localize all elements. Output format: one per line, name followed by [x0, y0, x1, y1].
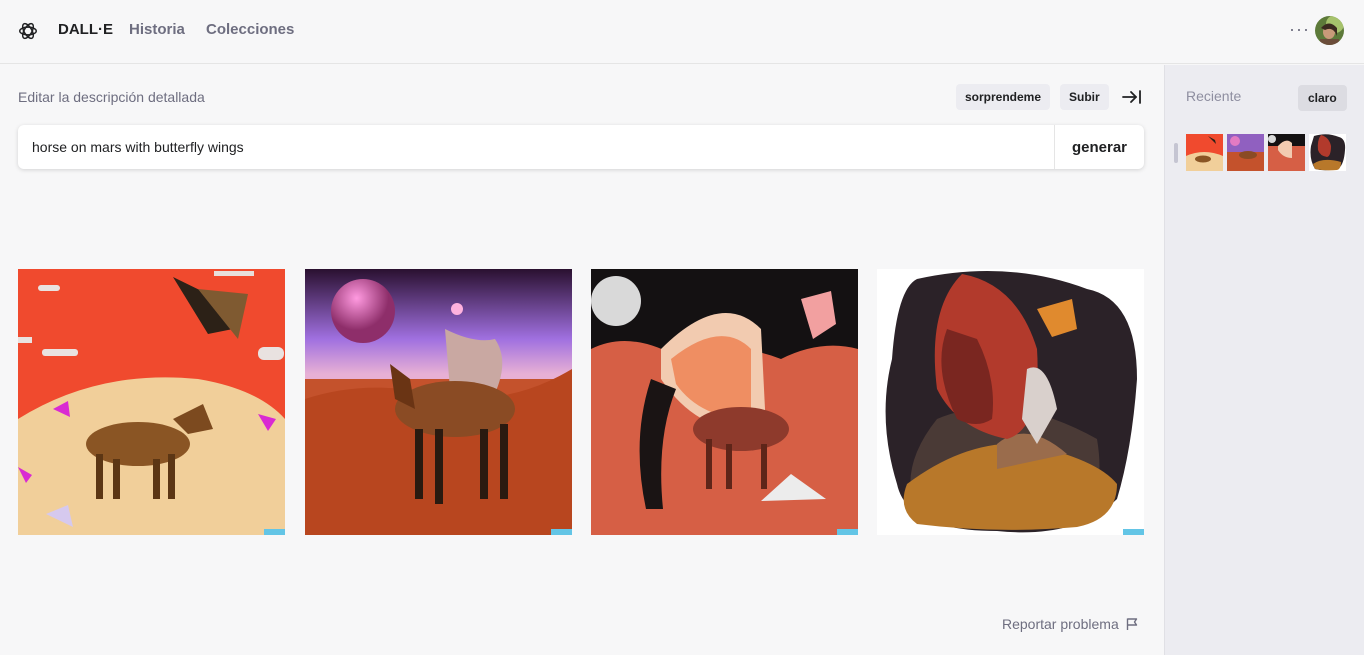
recent-thumbnail-1[interactable]	[1186, 134, 1223, 171]
recent-thumbnail-3[interactable]	[1268, 134, 1305, 171]
recent-thumbnail-2[interactable]	[1227, 134, 1264, 171]
surprise-me-button[interactable]: sorprendeme	[956, 84, 1051, 110]
brand-title[interactable]: DALL·E	[58, 21, 113, 38]
prompt-box: generar	[18, 125, 1144, 169]
horse-butterfly-illustration-image	[591, 269, 858, 535]
scroll-handle[interactable]	[1174, 143, 1178, 163]
nav-colecciones[interactable]: Colecciones	[206, 21, 294, 38]
recent-label: Reciente	[1186, 88, 1242, 104]
main-panel: Editar la descripción detallada sorprend…	[0, 65, 1164, 655]
nav-historia[interactable]: Historia	[129, 21, 185, 38]
collapse-sidebar-icon[interactable]	[1122, 89, 1142, 105]
prompt-input[interactable]	[18, 125, 1054, 169]
flag-icon	[1126, 618, 1137, 630]
result-image-4[interactable]	[877, 269, 1144, 535]
horse-desert-image	[18, 269, 285, 535]
result-image-3[interactable]	[591, 269, 858, 535]
result-image-2[interactable]	[305, 269, 572, 535]
report-problem-link[interactable]: Reportar problema	[1002, 616, 1139, 632]
top-bar: DALL·E Historia Colecciones ···	[0, 0, 1364, 64]
report-problem-label: Reportar problema	[1002, 616, 1119, 632]
openai-logo-icon[interactable]	[17, 20, 39, 42]
recent-sidebar: Reciente claro	[1164, 65, 1364, 655]
avatar[interactable]	[1315, 16, 1344, 45]
recent-thumbnail-4[interactable]	[1309, 134, 1346, 171]
theme-toggle-button[interactable]: claro	[1298, 85, 1347, 111]
horse-butterfly-purple-image	[305, 269, 572, 535]
edit-description-label: Editar la descripción detallada	[18, 89, 205, 105]
butterfly-horse-blob-image	[877, 269, 1144, 535]
result-image-1[interactable]	[18, 269, 285, 535]
more-horizontal-icon[interactable]: ···	[1289, 20, 1310, 38]
generate-button[interactable]: generar	[1054, 125, 1144, 169]
upload-button[interactable]: Subir	[1060, 84, 1109, 110]
